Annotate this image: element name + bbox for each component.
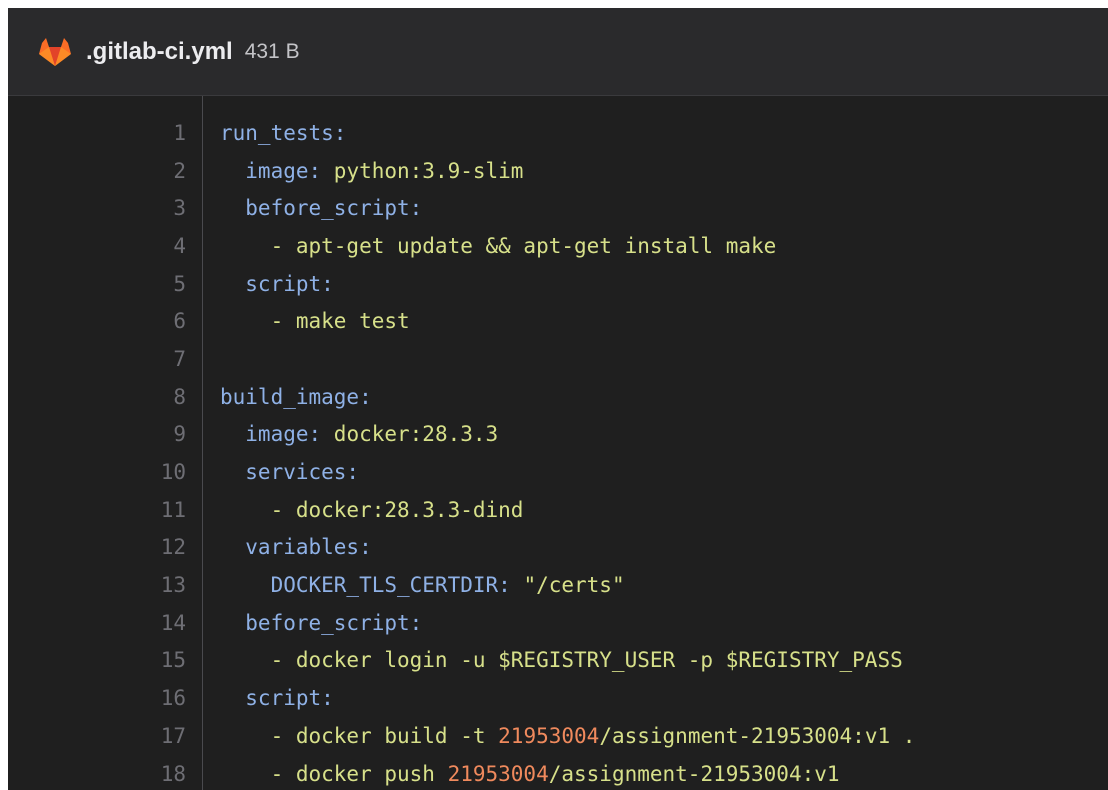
code-text: before_script: bbox=[186, 196, 422, 220]
line-number[interactable]: 8 bbox=[8, 385, 186, 409]
code-token: build_image: bbox=[220, 384, 372, 409]
line-number[interactable]: 14 bbox=[8, 611, 186, 635]
code-token: before_script: bbox=[220, 196, 423, 221]
code-token: - docker:28.3.3-dind bbox=[220, 497, 524, 522]
code-token: - apt-get update && apt-get install make bbox=[220, 233, 777, 258]
code-token: - docker push bbox=[220, 761, 448, 786]
line-number[interactable]: 18 bbox=[8, 762, 186, 786]
line-number[interactable]: 9 bbox=[8, 422, 186, 446]
code-text: - apt-get update && apt-get install make bbox=[186, 233, 777, 258]
code-line: 10 services: bbox=[8, 453, 1108, 491]
code-line: 18 - docker push 21953004/assignment-219… bbox=[8, 755, 1108, 790]
code-token: 21953004 bbox=[447, 761, 549, 786]
code-line: 14 before_script: bbox=[8, 604, 1108, 642]
code-line: 4 - apt-get update && apt-get install ma… bbox=[8, 227, 1108, 265]
gitlab-logo-icon bbox=[39, 37, 71, 66]
line-number[interactable]: 10 bbox=[8, 460, 186, 484]
line-number[interactable]: 12 bbox=[8, 535, 186, 559]
line-number[interactable]: 16 bbox=[8, 686, 186, 710]
code-line: 3 before_script: bbox=[8, 189, 1108, 227]
code-text: DOCKER_TLS_CERTDIR: "/certs" bbox=[186, 573, 625, 597]
code-text: image: python:3.9-slim bbox=[186, 159, 523, 183]
code-token: 21953004 bbox=[498, 723, 600, 748]
file-name[interactable]: .gitlab-ci.yml bbox=[86, 38, 233, 66]
code-token: image: bbox=[220, 422, 334, 447]
file-viewer: .gitlab-ci.yml 431 B 1 run_tests: 2 image:… bbox=[8, 8, 1108, 790]
line-number[interactable]: 11 bbox=[8, 498, 186, 522]
code-line: 11 - docker:28.3.3-dind bbox=[8, 491, 1108, 529]
code-token: python:3.9-slim bbox=[333, 158, 524, 183]
code-token: - make test bbox=[220, 309, 410, 334]
code-token: script: bbox=[220, 686, 334, 711]
line-number[interactable]: 5 bbox=[8, 272, 186, 296]
code-token: docker:28.3.3 bbox=[333, 422, 499, 447]
code-text: - docker build -t 21953004/assignment-21… bbox=[186, 723, 916, 748]
file-size: 431 B bbox=[244, 39, 300, 63]
line-number[interactable]: 17 bbox=[8, 724, 186, 748]
code-token: - docker build -t bbox=[220, 723, 499, 748]
code-line: 13 DOCKER_TLS_CERTDIR: "/certs" bbox=[8, 566, 1108, 604]
code-token: /assignment-21953004:v1 bbox=[548, 761, 840, 786]
code-text: - make test bbox=[186, 309, 410, 333]
code-token: - docker login -u $REGISTRY_USER -p $REG… bbox=[220, 648, 903, 673]
code-lines: 1 run_tests: 2 image: python:3.9-slim 3 bef… bbox=[8, 114, 1108, 790]
code-text: - docker:28.3.3-dind bbox=[186, 497, 524, 522]
line-number[interactable]: 6 bbox=[8, 309, 186, 333]
code-text: variables: bbox=[186, 535, 372, 560]
code-token: script: bbox=[220, 271, 334, 296]
code-text: - docker login -u $REGISTRY_USER -p $REG… bbox=[186, 648, 903, 672]
code-viewer: 1 run_tests: 2 image: python:3.9-slim 3 bef… bbox=[8, 96, 1108, 790]
code-line: 5 script: bbox=[8, 265, 1108, 303]
line-number[interactable]: 3 bbox=[8, 196, 186, 220]
line-number[interactable]: 2 bbox=[8, 159, 186, 183]
code-token: run_tests: bbox=[220, 120, 347, 145]
code-line: 16 script: bbox=[8, 679, 1108, 717]
code-line: 9 image: docker:28.3.3 bbox=[8, 416, 1108, 454]
code-text: - docker push 21953004/assignment-219530… bbox=[186, 762, 840, 786]
code-token: variables: bbox=[220, 535, 372, 560]
code-line: 7 bbox=[8, 340, 1108, 378]
code-line: 8 build_image: bbox=[8, 378, 1108, 416]
code-text: run_tests: bbox=[186, 121, 346, 145]
code-text: build_image: bbox=[186, 385, 372, 409]
code-token: "/certs" bbox=[523, 573, 625, 598]
code-line: 12 variables: bbox=[8, 529, 1108, 567]
code-token: /assignment-21953004:v1 . bbox=[599, 723, 916, 748]
code-text: image: docker:28.3.3 bbox=[186, 422, 498, 446]
line-number[interactable]: 7 bbox=[8, 347, 186, 371]
line-number[interactable]: 1 bbox=[8, 121, 186, 145]
line-number[interactable]: 13 bbox=[8, 573, 186, 597]
code-token: image: bbox=[220, 158, 334, 183]
code-line: 15 - docker login -u $REGISTRY_USER -p $… bbox=[8, 642, 1108, 680]
code-token: DOCKER_TLS_CERTDIR: bbox=[220, 573, 524, 598]
code-token: before_script: bbox=[220, 610, 423, 635]
code-text: script: bbox=[186, 272, 334, 296]
line-number[interactable]: 15 bbox=[8, 648, 186, 672]
code-line: 6 - make test bbox=[8, 302, 1108, 340]
line-number[interactable]: 4 bbox=[8, 234, 186, 258]
code-line: 2 image: python:3.9-slim bbox=[8, 152, 1108, 190]
code-text: script: bbox=[186, 686, 334, 710]
file-header: .gitlab-ci.yml 431 B bbox=[8, 8, 1108, 96]
code-text: services: bbox=[186, 460, 359, 484]
code-text: before_script: bbox=[186, 611, 422, 635]
code-line: 17 - docker build -t 21953004/assignment… bbox=[8, 717, 1108, 755]
code-line: 1 run_tests: bbox=[8, 114, 1108, 152]
code-token: services: bbox=[220, 460, 360, 485]
